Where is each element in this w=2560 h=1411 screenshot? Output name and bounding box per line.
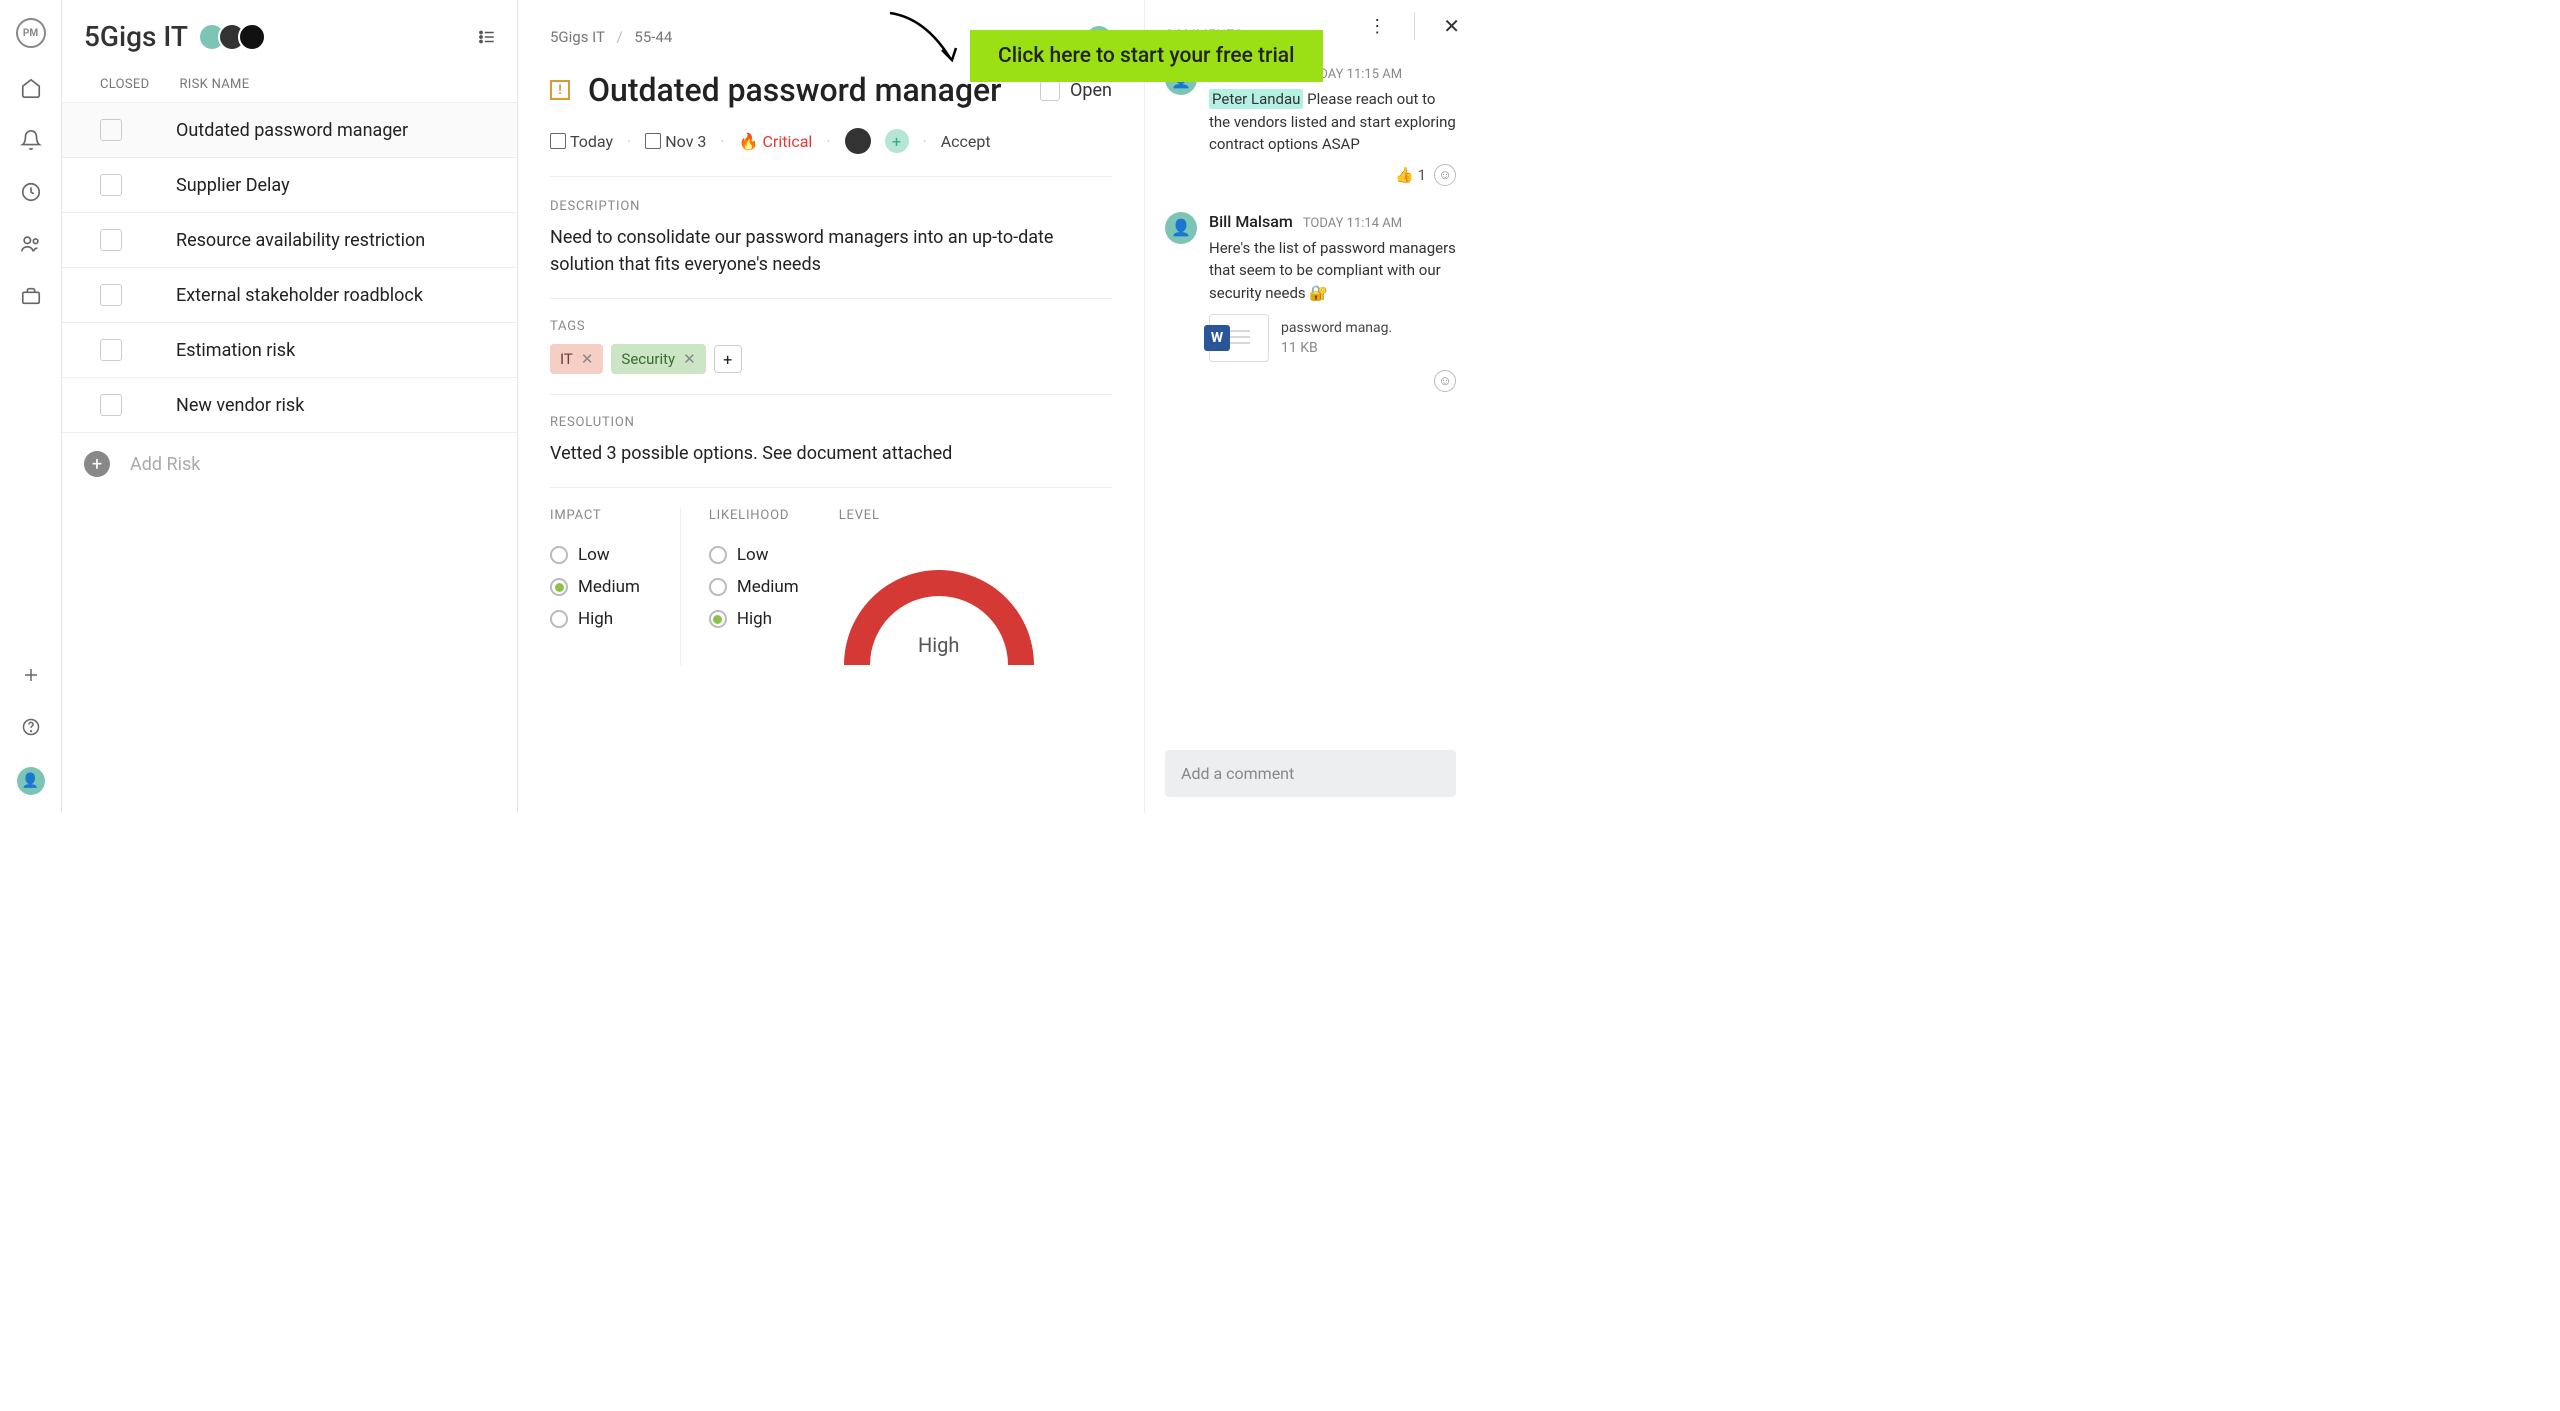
- project-title: 5Gigs IT: [84, 20, 188, 53]
- add-circle-icon: +: [84, 451, 110, 477]
- risk-name: Resource availability restriction: [176, 230, 425, 251]
- app-logo[interactable]: PM: [16, 18, 46, 48]
- comment-text: Peter Landau Please reach out to the ven…: [1209, 88, 1456, 156]
- comment-item: 👤 Bill Malsam TODAY 11:14 AM Here's the …: [1165, 212, 1456, 393]
- risk-row[interactable]: Supplier Delay: [62, 158, 517, 213]
- briefcase-icon[interactable]: [19, 284, 43, 308]
- file-name: password manag.: [1281, 320, 1392, 336]
- cta-banner[interactable]: Click here to start your free trial: [970, 30, 1323, 82]
- description-text[interactable]: Need to consolidate our password manager…: [550, 224, 1112, 278]
- description-label: DESCRIPTION: [550, 199, 1112, 214]
- tag-remove-icon[interactable]: ✕: [581, 350, 594, 368]
- impact-medium[interactable]: Medium: [550, 577, 640, 597]
- add-risk-button[interactable]: + Add Risk: [62, 433, 517, 495]
- risk-row[interactable]: Resource availability restriction: [62, 213, 517, 268]
- risk-name: Outdated password manager: [176, 120, 408, 141]
- comment-time: TODAY 11:14 AM: [1303, 216, 1402, 231]
- comment-input[interactable]: Add a comment: [1165, 750, 1456, 797]
- add-reaction-icon[interactable]: ☺: [1434, 370, 1456, 392]
- comments-panel: ⋮ ✕ COMMENTS 👤 Bill Malsam TODAY 11:15 A…: [1144, 0, 1476, 813]
- plus-icon[interactable]: [19, 663, 43, 687]
- tag-remove-icon[interactable]: ✕: [683, 350, 696, 368]
- level-value: High: [918, 633, 959, 657]
- status-selector[interactable]: Open: [1040, 80, 1112, 101]
- reaction-thumbs-up[interactable]: 👍 1: [1395, 166, 1426, 184]
- tag-security[interactable]: Security✕: [611, 344, 705, 374]
- risk-name: External stakeholder roadblock: [176, 285, 423, 306]
- col-name[interactable]: RISK NAME: [179, 77, 249, 92]
- likelihood-label: LIKELIHOOD: [709, 508, 799, 523]
- impact-label: IMPACT: [550, 508, 640, 523]
- risk-checkbox[interactable]: [100, 174, 122, 196]
- file-size: 11 KB: [1281, 340, 1392, 356]
- status-checkbox[interactable]: [1040, 81, 1060, 101]
- nav-sidebar: PM 👤: [0, 0, 62, 813]
- add-reaction-icon[interactable]: ☺: [1434, 164, 1456, 186]
- risk-row[interactable]: External stakeholder roadblock: [62, 268, 517, 323]
- add-assignee-button[interactable]: +: [885, 129, 909, 153]
- close-icon[interactable]: ✕: [1443, 14, 1460, 38]
- likelihood-medium[interactable]: Medium: [709, 577, 799, 597]
- likelihood-low[interactable]: Low: [709, 545, 799, 565]
- level-label: LEVEL: [839, 508, 1039, 523]
- risk-checkbox[interactable]: [100, 119, 122, 141]
- level-gauge: High: [839, 545, 1039, 665]
- mention[interactable]: Peter Landau: [1209, 89, 1303, 109]
- resolution-label: RESOLUTION: [550, 415, 1112, 430]
- attachment[interactable]: W password manag. 11 KB: [1209, 314, 1456, 362]
- impact-high[interactable]: High: [550, 609, 640, 629]
- breadcrumb-project[interactable]: 5Gigs IT: [550, 28, 605, 46]
- accept-button[interactable]: Accept: [941, 132, 991, 151]
- project-members[interactable]: [206, 23, 266, 51]
- risk-row[interactable]: New vendor risk: [62, 378, 517, 433]
- risk-row[interactable]: Estimation risk: [62, 323, 517, 378]
- comment-author[interactable]: Bill Malsam: [1209, 212, 1293, 231]
- risk-checkbox[interactable]: [100, 284, 122, 306]
- clock-icon[interactable]: [19, 180, 43, 204]
- risk-name: Supplier Delay: [176, 175, 290, 196]
- risk-checkbox[interactable]: [100, 394, 122, 416]
- tag-it[interactable]: IT✕: [550, 344, 603, 374]
- bell-icon[interactable]: [19, 128, 43, 152]
- risk-list-panel: 5Gigs IT CLOSED RISK NAME Outdated passw…: [62, 0, 518, 813]
- comment-avatar[interactable]: 👤: [1165, 212, 1197, 244]
- warning-icon: !: [550, 80, 570, 100]
- date-end[interactable]: Nov 3: [645, 132, 706, 151]
- home-icon[interactable]: [19, 76, 43, 100]
- list-view-icon[interactable]: [477, 28, 497, 46]
- people-icon[interactable]: [19, 232, 43, 256]
- risk-checkbox[interactable]: [100, 339, 122, 361]
- word-file-icon: W: [1209, 314, 1269, 362]
- tags-label: TAGS: [550, 319, 1112, 334]
- risk-row[interactable]: Outdated password manager: [62, 103, 517, 158]
- risk-detail-panel: 5Gigs IT / 55-44 2 1 ! Outdated password…: [518, 0, 1144, 813]
- cta-arrow: [880, 8, 970, 78]
- calendar-icon: [645, 133, 661, 149]
- add-risk-label: Add Risk: [130, 454, 200, 475]
- more-menu-icon[interactable]: ⋮: [1368, 16, 1386, 37]
- likelihood-high[interactable]: High: [709, 609, 799, 629]
- add-tag-button[interactable]: +: [714, 345, 742, 373]
- user-avatar[interactable]: 👤: [17, 767, 45, 795]
- date-start[interactable]: Today: [550, 132, 613, 151]
- assignee-avatar[interactable]: [845, 128, 871, 154]
- priority[interactable]: 🔥 Critical: [739, 132, 813, 151]
- risk-name: Estimation risk: [176, 340, 295, 361]
- impact-low[interactable]: Low: [550, 545, 640, 565]
- calendar-icon: [550, 133, 566, 149]
- flame-icon: 🔥: [739, 132, 759, 151]
- risk-checkbox[interactable]: [100, 229, 122, 251]
- comment-text: Here's the list of password managers tha…: [1209, 237, 1456, 305]
- resolution-text[interactable]: Vetted 3 possible options. See document …: [550, 440, 1112, 467]
- risk-name: New vendor risk: [176, 395, 304, 416]
- col-closed[interactable]: CLOSED: [100, 77, 149, 92]
- breadcrumb-id[interactable]: 55-44: [634, 28, 672, 46]
- help-icon[interactable]: [19, 715, 43, 739]
